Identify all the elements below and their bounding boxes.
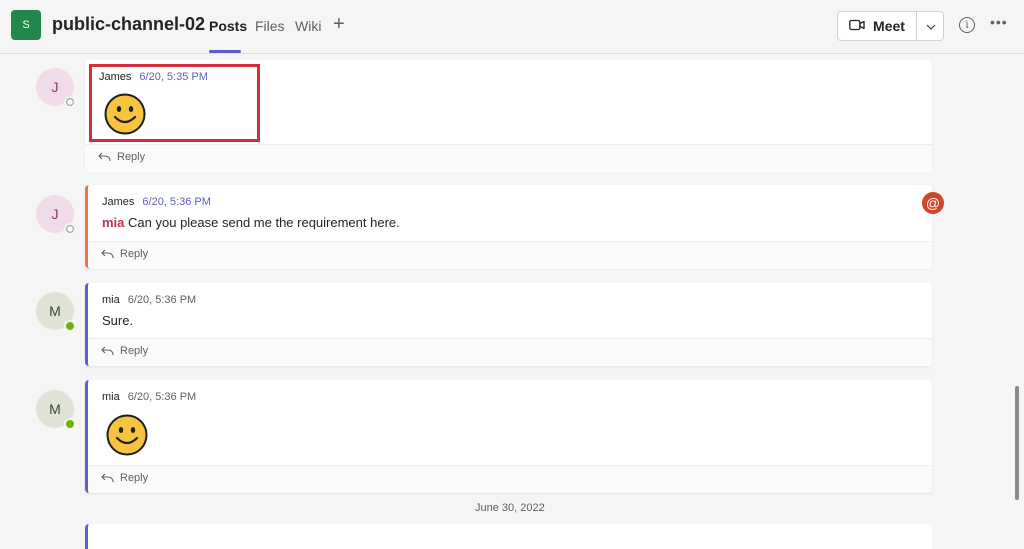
smiley-emoji-icon: [106, 414, 148, 456]
message-card: mia 6/20, 5:36 PM Reply: [85, 380, 932, 493]
info-icon[interactable]: i: [959, 17, 975, 33]
add-tab-button[interactable]: +: [333, 13, 345, 36]
reply-label: Reply: [120, 248, 149, 260]
channel-title: public-channel-02: [52, 14, 206, 34]
avatar-initial: M: [49, 303, 61, 319]
channel-header: S public-channel-02 Posts Files Wiki + M…: [0, 0, 1024, 54]
scrollbar-thumb[interactable]: [1015, 386, 1019, 500]
avatar-initial: J: [51, 206, 59, 222]
reply-row: Reply: [85, 144, 932, 172]
presence-offline-icon: [64, 223, 76, 235]
reply-label: Reply: [120, 345, 149, 357]
reply-arrow-icon: [101, 249, 114, 259]
message-body: mia Can you please send me the requireme…: [102, 215, 400, 230]
reply-arrow-icon: [101, 473, 114, 483]
reply-button[interactable]: Reply: [100, 248, 148, 260]
message-card: mia 6/20, 5:36 PM Sure. Reply: [85, 283, 932, 366]
tab-files[interactable]: Files: [255, 18, 285, 34]
presence-online-icon: [64, 418, 76, 430]
reply-arrow-icon: [101, 346, 114, 356]
message-author[interactable]: mia: [102, 294, 120, 306]
meet-label: Meet: [873, 18, 905, 34]
message-text: Sure.: [102, 313, 134, 328]
message-author[interactable]: James: [102, 196, 134, 208]
video-camera-icon: [849, 18, 865, 34]
avatar-initial: J: [51, 79, 59, 95]
avatar-initial: M: [49, 401, 61, 417]
reply-button[interactable]: Reply: [97, 151, 145, 163]
reply-label: Reply: [117, 151, 146, 163]
message-time: 6/20, 5:36 PM: [127, 391, 197, 403]
team-logo[interactable]: S: [11, 10, 41, 40]
message-meta: James 6/20, 5:36 PM: [102, 196, 211, 208]
active-tab-indicator: [209, 50, 241, 53]
date-divider: June 30, 2022: [475, 502, 545, 514]
message-text: Can you please send me the requirement h…: [128, 215, 400, 230]
meet-button[interactable]: Meet: [838, 12, 916, 40]
message-time: 6/20, 5:36 PM: [142, 196, 211, 208]
message-time: 6/20, 5:36 PM: [127, 294, 197, 306]
tab-wiki[interactable]: Wiki: [295, 18, 321, 34]
message-author[interactable]: mia: [102, 391, 120, 403]
reply-button[interactable]: Reply: [100, 345, 148, 357]
message-meta: mia 6/20, 5:36 PM: [102, 391, 196, 403]
message-card: James 6/20, 5:36 PM mia Can you please se…: [85, 185, 932, 269]
presence-online-icon: [64, 320, 76, 332]
more-options-icon[interactable]: •••: [990, 14, 1008, 30]
reply-button[interactable]: Reply: [100, 472, 148, 484]
reply-row: Reply: [88, 338, 932, 366]
reply-label: Reply: [120, 472, 149, 484]
message-meta: mia 6/20, 5:36 PM: [102, 294, 196, 306]
team-initial: S: [22, 19, 30, 31]
tab-posts[interactable]: Posts: [209, 18, 247, 34]
reply-row: Reply: [88, 465, 932, 493]
reply-arrow-icon: [98, 152, 111, 162]
message-card: [85, 524, 932, 549]
presence-offline-icon: [64, 96, 76, 108]
mention-tag[interactable]: mia: [102, 215, 124, 230]
at-mention-icon: @: [922, 192, 944, 214]
reply-row: Reply: [88, 241, 932, 269]
meet-options-button[interactable]: [917, 12, 944, 40]
highlight-annotation: [89, 64, 260, 142]
meet-button-group: Meet: [837, 11, 944, 41]
chevron-down-icon: [926, 17, 936, 35]
